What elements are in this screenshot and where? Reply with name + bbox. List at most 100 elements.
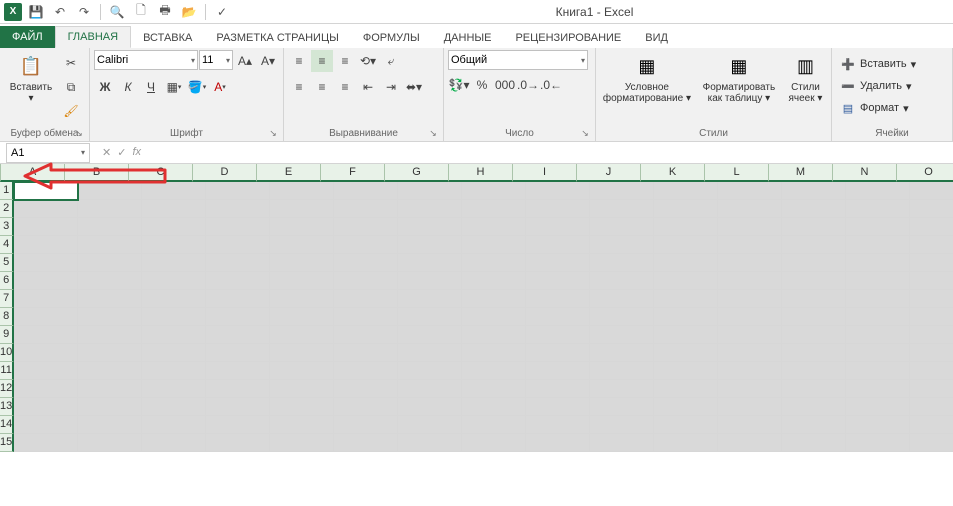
tab-file[interactable]: ФАЙЛ: [0, 26, 55, 48]
cell[interactable]: [206, 380, 270, 398]
cell[interactable]: [590, 272, 654, 290]
cell[interactable]: [526, 344, 590, 362]
cell[interactable]: [718, 308, 782, 326]
column-header[interactable]: E: [257, 164, 321, 182]
cell[interactable]: [526, 200, 590, 218]
cell[interactable]: [206, 434, 270, 452]
increase-indent-button[interactable]: ⇥: [380, 76, 402, 98]
cut-button[interactable]: ✂: [60, 52, 82, 74]
cell[interactable]: [14, 344, 78, 362]
row-header[interactable]: 10: [0, 344, 14, 362]
cell[interactable]: [206, 254, 270, 272]
cell[interactable]: [142, 416, 206, 434]
column-header[interactable]: O: [897, 164, 953, 182]
cell[interactable]: [142, 308, 206, 326]
paste-button[interactable]: 📋 Вставить▾: [4, 50, 58, 106]
column-header[interactable]: I: [513, 164, 577, 182]
cell[interactable]: [78, 380, 142, 398]
row-header[interactable]: 3: [0, 218, 14, 236]
cell[interactable]: [398, 380, 462, 398]
cell[interactable]: [142, 290, 206, 308]
column-header[interactable]: C: [129, 164, 193, 182]
font-color-button[interactable]: A▾: [209, 76, 231, 98]
cell[interactable]: [654, 344, 718, 362]
cell[interactable]: [334, 182, 398, 200]
cell[interactable]: [654, 326, 718, 344]
accounting-format-button[interactable]: 💱▾: [448, 74, 470, 96]
cell[interactable]: [78, 218, 142, 236]
cell[interactable]: [142, 344, 206, 362]
column-header[interactable]: K: [641, 164, 705, 182]
enter-formula-button[interactable]: ✓: [117, 146, 126, 159]
tab-review[interactable]: РЕЦЕНЗИРОВАНИЕ: [503, 28, 633, 48]
cell[interactable]: [590, 434, 654, 452]
insert-cells-button[interactable]: ➕Вставить ▾: [836, 54, 920, 74]
align-bottom-button[interactable]: ≡: [334, 50, 356, 72]
cell[interactable]: [526, 380, 590, 398]
cell[interactable]: [526, 362, 590, 380]
row-header[interactable]: 11: [0, 362, 14, 380]
cell[interactable]: [334, 398, 398, 416]
cell[interactable]: [782, 308, 846, 326]
cell[interactable]: [782, 200, 846, 218]
cell[interactable]: [78, 272, 142, 290]
cell[interactable]: [462, 236, 526, 254]
cell[interactable]: [782, 398, 846, 416]
cell[interactable]: [590, 182, 654, 200]
cell[interactable]: [398, 182, 462, 200]
cell[interactable]: [718, 182, 782, 200]
cell[interactable]: [910, 254, 953, 272]
cell[interactable]: [782, 182, 846, 200]
cell[interactable]: [718, 362, 782, 380]
cell[interactable]: [14, 200, 78, 218]
qat-save-button[interactable]: 💾: [26, 2, 46, 22]
number-format-combo[interactable]: Общий▾: [448, 50, 588, 70]
cell[interactable]: [142, 380, 206, 398]
cell[interactable]: [654, 290, 718, 308]
cell[interactable]: [910, 344, 953, 362]
cell[interactable]: [654, 254, 718, 272]
percent-button[interactable]: %: [471, 74, 493, 96]
cell[interactable]: [654, 434, 718, 452]
alignment-launcher[interactable]: ↘: [427, 128, 439, 140]
cell[interactable]: [142, 254, 206, 272]
cell[interactable]: [846, 398, 910, 416]
cell[interactable]: [718, 200, 782, 218]
cell[interactable]: [718, 326, 782, 344]
cell[interactable]: [846, 236, 910, 254]
column-header[interactable]: L: [705, 164, 769, 182]
number-launcher[interactable]: ↘: [579, 128, 591, 140]
cell[interactable]: [270, 434, 334, 452]
cell[interactable]: [718, 218, 782, 236]
cell[interactable]: [910, 380, 953, 398]
cell[interactable]: [910, 398, 953, 416]
cell[interactable]: [910, 218, 953, 236]
cell[interactable]: [462, 182, 526, 200]
cell[interactable]: [78, 236, 142, 254]
format-as-table-button[interactable]: ▦ Форматироватькак таблицу ▾: [696, 50, 782, 106]
align-right-button[interactable]: ≡: [334, 76, 356, 98]
cell[interactable]: [718, 272, 782, 290]
cell[interactable]: [14, 434, 78, 452]
cell[interactable]: [398, 434, 462, 452]
cell[interactable]: [334, 308, 398, 326]
cell[interactable]: [846, 290, 910, 308]
cell[interactable]: [270, 380, 334, 398]
font-name-combo[interactable]: Calibri▾: [94, 50, 198, 70]
cell[interactable]: [78, 398, 142, 416]
cell[interactable]: [334, 236, 398, 254]
cell[interactable]: [846, 182, 910, 200]
cell[interactable]: [590, 416, 654, 434]
cell[interactable]: [462, 380, 526, 398]
cell[interactable]: [526, 308, 590, 326]
row-header[interactable]: 6: [0, 272, 14, 290]
cell[interactable]: [142, 398, 206, 416]
cell[interactable]: [398, 344, 462, 362]
cell[interactable]: [654, 308, 718, 326]
cell[interactable]: [526, 416, 590, 434]
tab-insert[interactable]: ВСТАВКА: [131, 28, 204, 48]
cell[interactable]: [590, 200, 654, 218]
cell[interactable]: [14, 272, 78, 290]
align-middle-button[interactable]: ≡: [311, 50, 333, 72]
decrease-font-button[interactable]: A▾: [257, 50, 279, 72]
